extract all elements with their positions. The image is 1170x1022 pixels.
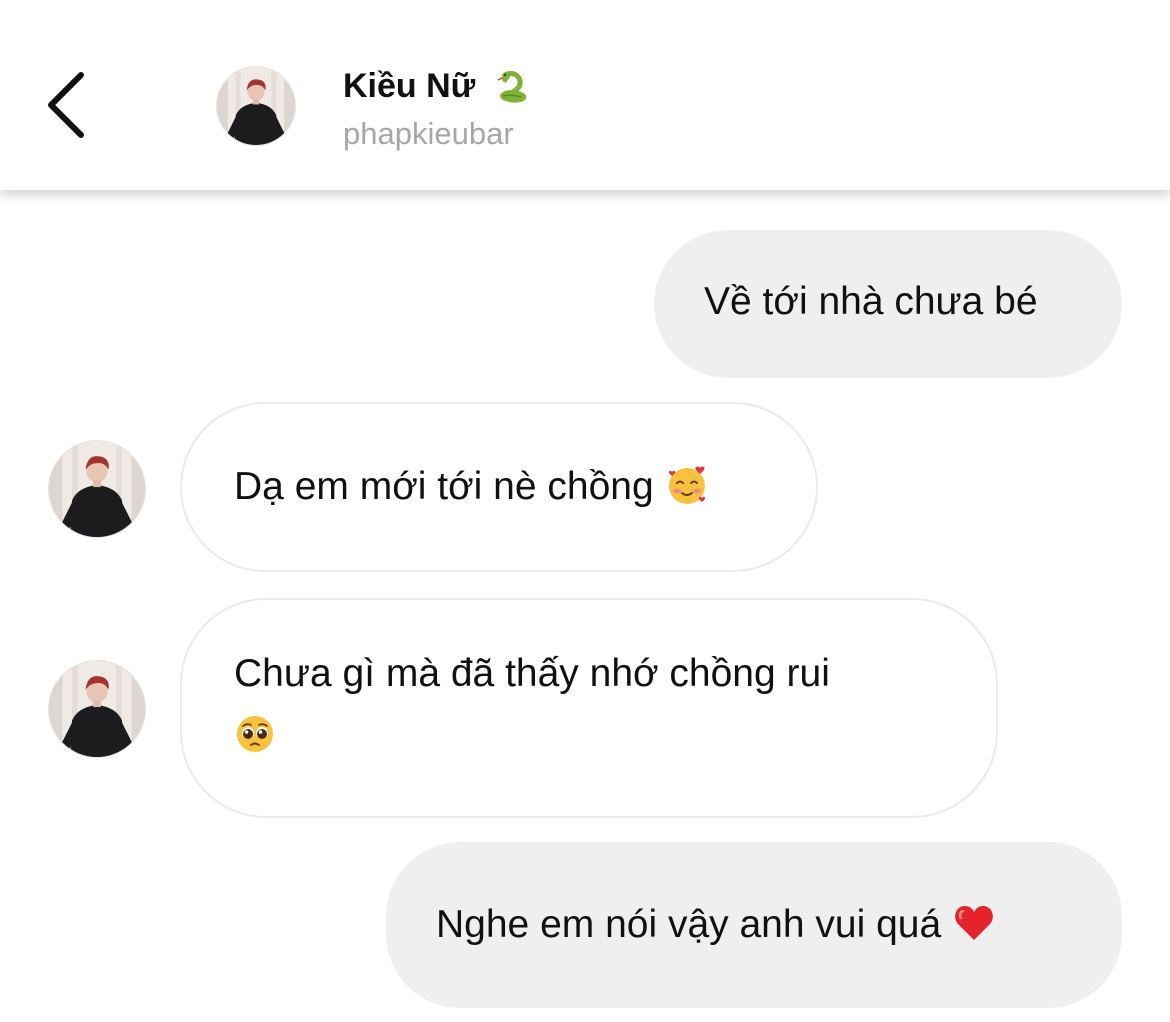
smiling-face-with-hearts-icon xyxy=(666,464,708,506)
contact-username[interactable]: phapkieubar xyxy=(343,116,514,152)
message-bubble-received[interactable]: Chưa gì mà đã thấy nhớ chồng rui xyxy=(180,598,998,818)
chevron-left-icon xyxy=(48,72,84,138)
avatar[interactable] xyxy=(216,66,296,146)
avatar[interactable] xyxy=(48,660,146,758)
message-text: Chưa gì mà đã thấy nhớ chồng rui xyxy=(234,652,830,695)
contact-name-text: Kiều Nữ xyxy=(343,66,476,105)
pleading-face-icon xyxy=(234,713,276,755)
contact-name[interactable]: Kiều Nữ xyxy=(343,66,535,106)
message-bubble-received[interactable]: Dạ em mới tới nè chồng xyxy=(180,402,818,572)
message-bubble-sent[interactable]: Về tới nhà chưa bé xyxy=(654,230,1122,378)
message-text: Về tới nhà chưa bé xyxy=(704,280,1038,323)
back-button[interactable] xyxy=(30,60,100,150)
red-heart-icon xyxy=(953,902,995,944)
message-text: Dạ em mới tới nè chồng xyxy=(234,465,654,508)
chat-header: Kiều Nữ phapkieubar xyxy=(0,0,1170,190)
avatar[interactable] xyxy=(48,440,146,538)
snake-emoji-icon xyxy=(493,66,535,106)
message-text: Nghe em nói vậy anh vui quá xyxy=(436,903,942,946)
message-bubble-sent[interactable]: Nghe em nói vậy anh vui quá xyxy=(386,842,1122,1008)
